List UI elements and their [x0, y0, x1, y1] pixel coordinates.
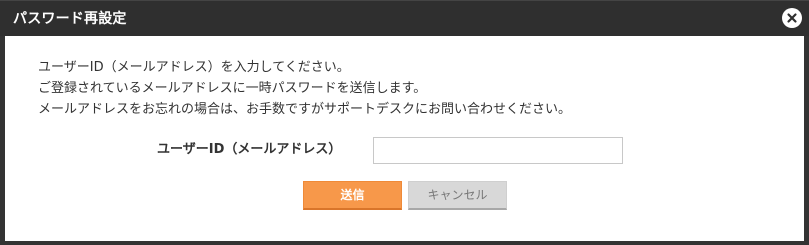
user-id-label: ユーザーID（メールアドレス）	[157, 142, 342, 157]
cancel-button[interactable]: キャンセル	[408, 181, 507, 210]
dialog-titlebar: パスワード再設定	[0, 0, 809, 36]
instruction-line-1: ユーザーID（メールアドレス）を入力してください。	[38, 60, 350, 75]
instruction-message: ユーザーID（メールアドレス）を入力してください。 ご登録されているメールアドレ…	[38, 57, 571, 120]
send-button[interactable]: 送信	[303, 181, 402, 210]
password-reset-dialog: パスワード再設定 ユーザーID（メールアドレス）を入力してください。 ご登録され…	[0, 0, 809, 245]
close-icon	[787, 13, 797, 23]
instruction-line-3: メールアドレスをお忘れの場合は、お手数ですがサポートデスクにお問い合わせください…	[38, 102, 572, 117]
instruction-line-2: ご登録されているメールアドレスに一時パスワードを送信します。	[38, 81, 427, 96]
user-id-input[interactable]	[373, 137, 623, 164]
close-button[interactable]	[782, 8, 802, 28]
dialog-title: パスワード再設定	[13, 11, 127, 27]
